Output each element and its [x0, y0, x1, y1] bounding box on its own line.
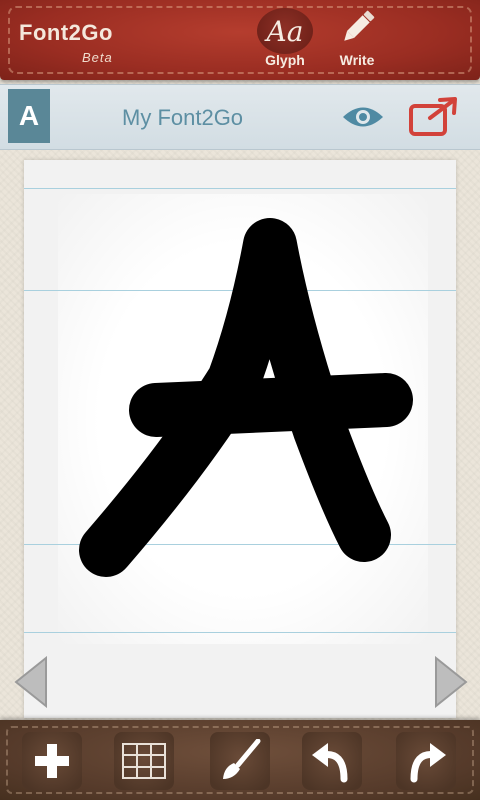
write-button-label: Write	[339, 52, 375, 68]
bottom-toolbar	[0, 720, 480, 800]
grid-icon	[122, 743, 166, 779]
previous-glyph-button[interactable]	[14, 655, 48, 709]
glyph-title-bar: A My Font2Go	[0, 84, 480, 150]
next-glyph-button[interactable]	[434, 655, 468, 709]
add-icon	[35, 744, 69, 778]
share-export-icon	[409, 97, 457, 136]
app-logo: Font2Go	[19, 20, 113, 45]
current-letter-badge[interactable]: A	[8, 89, 50, 143]
undo-button[interactable]	[302, 732, 362, 790]
glyph-stroke	[129, 373, 413, 437]
eye-icon	[343, 107, 383, 127]
top-toolbar: Font2Go Beta Aa Glyph Write	[0, 0, 480, 80]
glyph-icon-text: Aa	[266, 14, 304, 48]
app-logo-subtitle: Beta	[82, 50, 113, 65]
glyph-button-label: Glyph	[265, 52, 305, 68]
arrow-right-icon	[435, 655, 468, 709]
arrow-left-icon	[14, 655, 47, 709]
export-button[interactable]	[408, 96, 460, 138]
redo-button[interactable]	[396, 732, 456, 790]
font-name-title[interactable]: My Font2Go	[122, 105, 243, 131]
glyph-icon: Aa	[257, 8, 313, 54]
brush-button[interactable]	[210, 732, 270, 790]
write-button[interactable]: Write	[324, 8, 390, 74]
grid-button[interactable]	[114, 732, 174, 790]
pencil-icon	[344, 10, 375, 41]
redo-icon	[410, 743, 446, 783]
undo-icon	[312, 743, 348, 783]
add-glyph-button[interactable]	[22, 732, 82, 790]
glyph-drawing	[79, 218, 413, 577]
drawing-canvas[interactable]	[24, 160, 456, 718]
glyph-button[interactable]: Aa Glyph	[252, 8, 318, 74]
brush-icon	[223, 739, 261, 779]
preview-button[interactable]	[340, 102, 386, 132]
